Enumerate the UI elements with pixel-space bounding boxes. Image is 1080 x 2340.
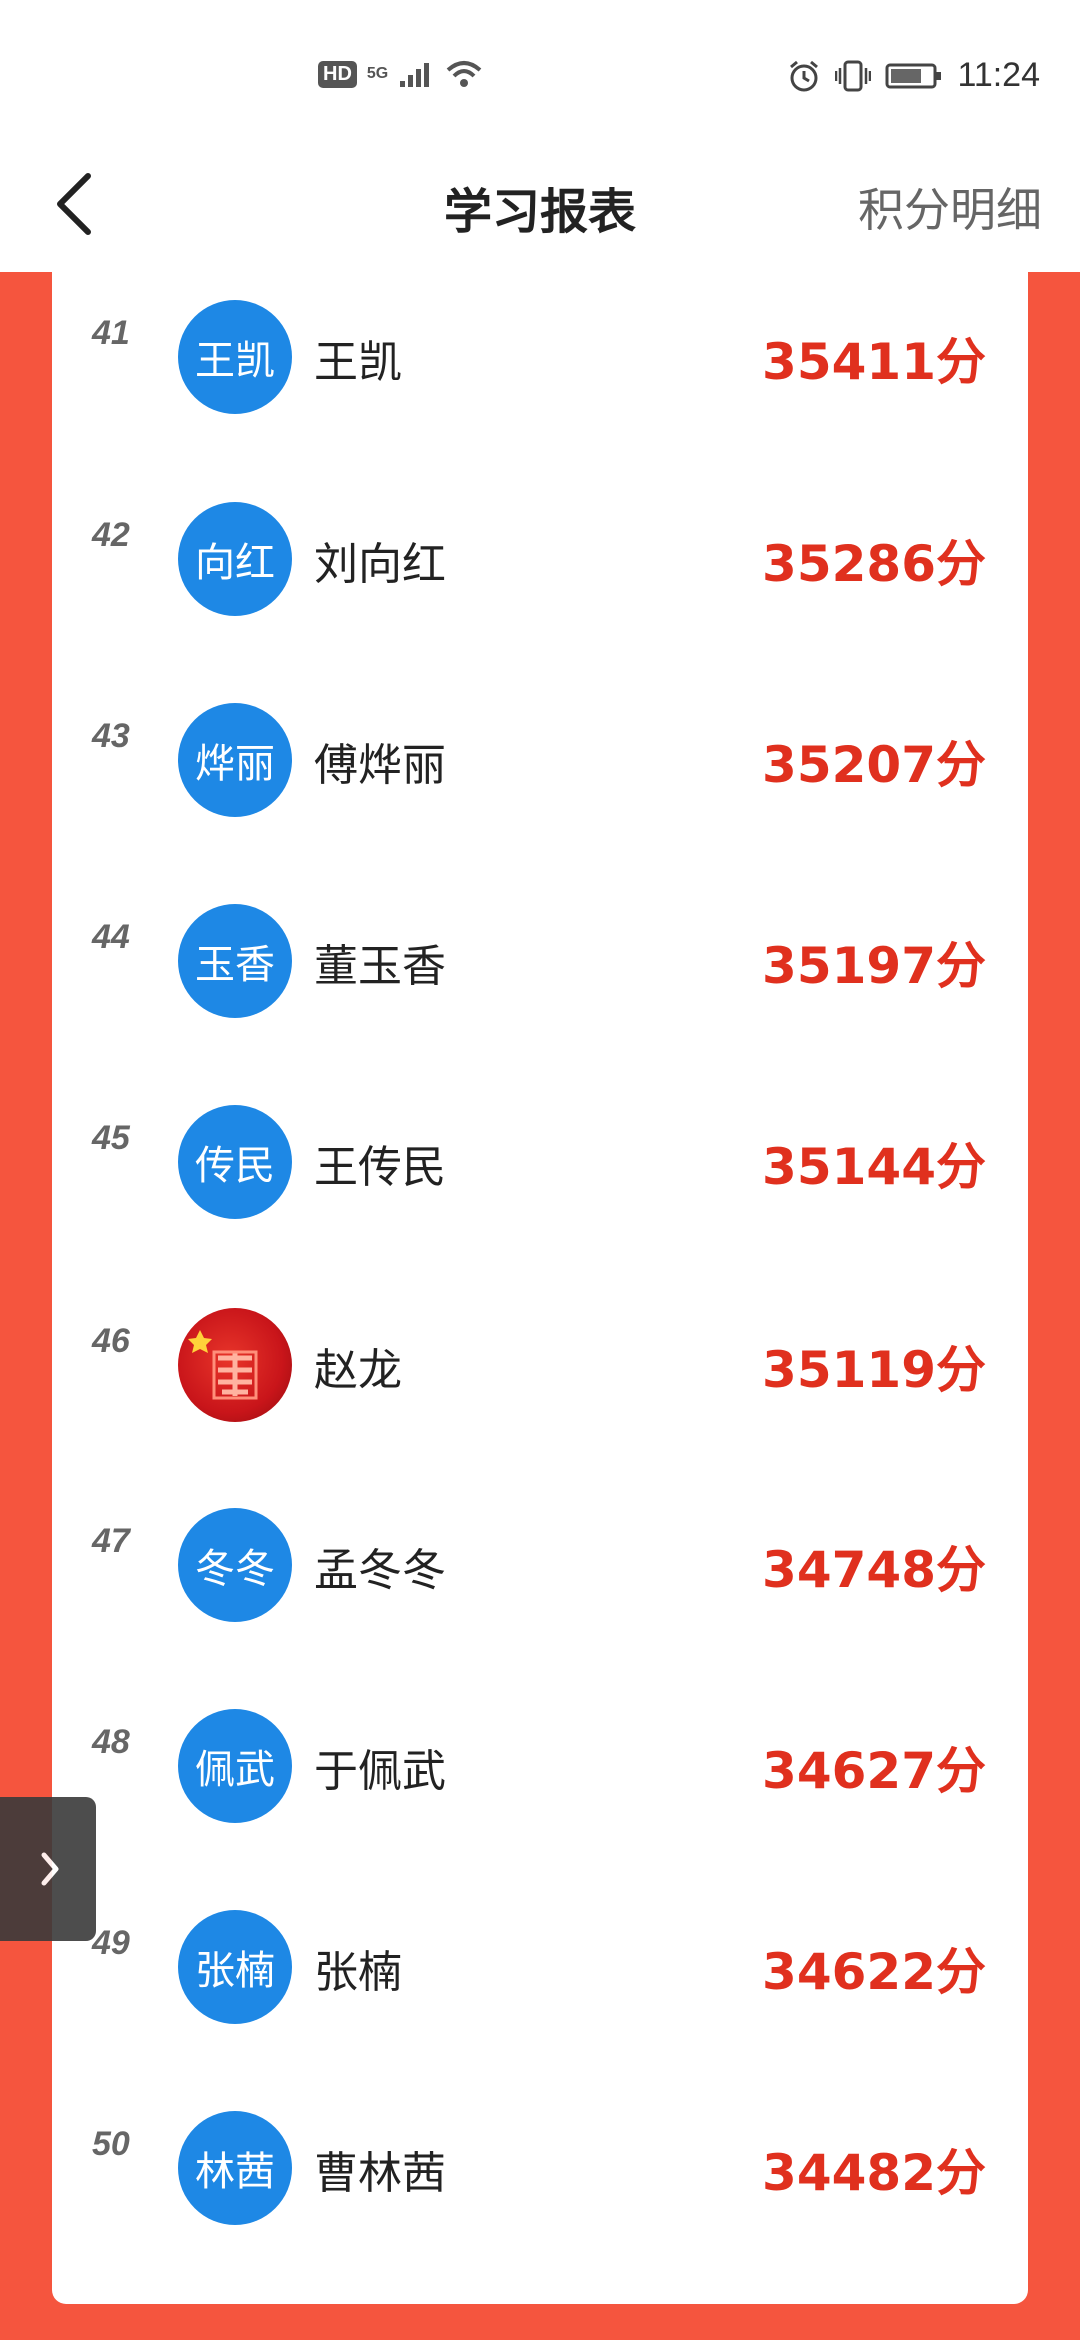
avatar-text: 烨丽 [195, 741, 275, 787]
rank-number: 47 [92, 1522, 130, 1560]
score: 35411分 [762, 333, 986, 391]
rank-number: 50 [92, 2125, 130, 2163]
list-item[interactable]: 48 佩武 于佩武 34627分 [52, 1701, 1028, 1903]
score: 35144分 [762, 1138, 986, 1196]
chevron-right-icon [41, 1852, 59, 1886]
avatar-text: 玉香 [195, 942, 275, 988]
avatar-text: 林茜 [195, 2149, 275, 2195]
user-name: 孟冬冬 [314, 1545, 446, 1596]
score: 35207分 [762, 736, 986, 794]
avatar: 佩武 [178, 1709, 292, 1823]
user-name: 董玉香 [314, 941, 446, 992]
status-bar: HD 5G 11:24 [0, 0, 1080, 150]
avatar: 传民 [178, 1105, 292, 1219]
score: 35197分 [762, 937, 986, 995]
avatar: 玉香 [178, 904, 292, 1018]
battery-icon [885, 63, 942, 88]
list-item[interactable]: 43 烨丽 傅烨丽 35207分 [52, 695, 1028, 897]
list-item[interactable]: 42 向红 刘向红 35286分 [52, 494, 1028, 696]
avatar-text: 向红 [195, 540, 275, 586]
avatar-text: 张楠 [195, 1948, 275, 1994]
list-item[interactable]: 50 林茜 曹林茜 34482分 [52, 2103, 1028, 2305]
user-name: 曹林茜 [314, 2148, 446, 2199]
avatar-text: 冬冬 [195, 1546, 275, 1592]
rank-number: 42 [92, 516, 130, 554]
avatar: 王凯 [178, 300, 292, 414]
hd-badge: HD [318, 60, 357, 88]
rank-number: 41 [92, 314, 130, 352]
user-name: 王凯 [314, 337, 402, 388]
network-type: 5G [366, 65, 389, 82]
avatar-text: 佩武 [195, 1747, 275, 1793]
avatar-image [178, 1308, 292, 1422]
avatar: 烨丽 [178, 703, 292, 817]
dragon-emblem-icon [188, 1330, 258, 1400]
score: 34627分 [762, 1742, 986, 1800]
avatar: 张楠 [178, 1910, 292, 2024]
avatar: 冬冬 [178, 1508, 292, 1622]
status-left: HD 5G [318, 58, 484, 90]
score: 35286分 [762, 535, 986, 593]
vibrate-icon [835, 60, 872, 91]
user-name: 傅烨丽 [314, 740, 446, 791]
score: 34748分 [762, 1541, 986, 1599]
list-item[interactable]: 47 冬冬 孟冬冬 34748分 [52, 1500, 1028, 1702]
list-item[interactable]: 44 玉香 董玉香 35197分 [52, 896, 1028, 1098]
user-name: 赵龙 [314, 1345, 402, 1396]
user-name: 张楠 [314, 1947, 402, 1998]
avatar-text: 传民 [195, 1143, 275, 1189]
list-item[interactable]: 41 王凯 王凯 35411分 [52, 292, 1028, 494]
score: 35119分 [762, 1341, 986, 1399]
list-item[interactable]: 45 传民 王传民 35144分 [52, 1097, 1028, 1299]
avatar: 向红 [178, 502, 292, 616]
app-header: 学习报表 积分明细 [0, 150, 1080, 275]
alarm-icon [790, 60, 819, 91]
avatar-text: 王凯 [195, 338, 275, 384]
score: 34622分 [762, 1943, 986, 2001]
user-name: 于佩武 [314, 1746, 446, 1797]
score: 34482分 [762, 2144, 986, 2202]
rank-number: 46 [92, 1322, 130, 1360]
user-name: 刘向红 [314, 539, 446, 590]
user-name: 王传民 [314, 1142, 446, 1193]
wifi-icon [446, 61, 482, 87]
rank-number: 45 [92, 1119, 130, 1157]
points-detail-link[interactable]: 积分明细 [858, 174, 1042, 240]
rank-number: 43 [92, 717, 130, 755]
side-expand-button[interactable] [0, 1797, 96, 1941]
list-item[interactable]: 46 赵龙 35119分 [52, 1300, 1028, 1502]
list-item[interactable]: 49 张楠 张楠 34622分 [52, 1902, 1028, 2104]
rank-number: 48 [92, 1723, 130, 1761]
avatar: 林茜 [178, 2111, 292, 2225]
clock: 11:24 [957, 56, 1040, 94]
ranking-card: 41 王凯 王凯 35411分 42 向红 刘向红 35286分 43 烨丽 傅… [52, 272, 1028, 2304]
rank-number: 49 [92, 1924, 130, 1962]
signal-icon [400, 63, 430, 87]
status-right: 11:24 [787, 56, 1040, 95]
rank-number: 44 [92, 918, 130, 956]
